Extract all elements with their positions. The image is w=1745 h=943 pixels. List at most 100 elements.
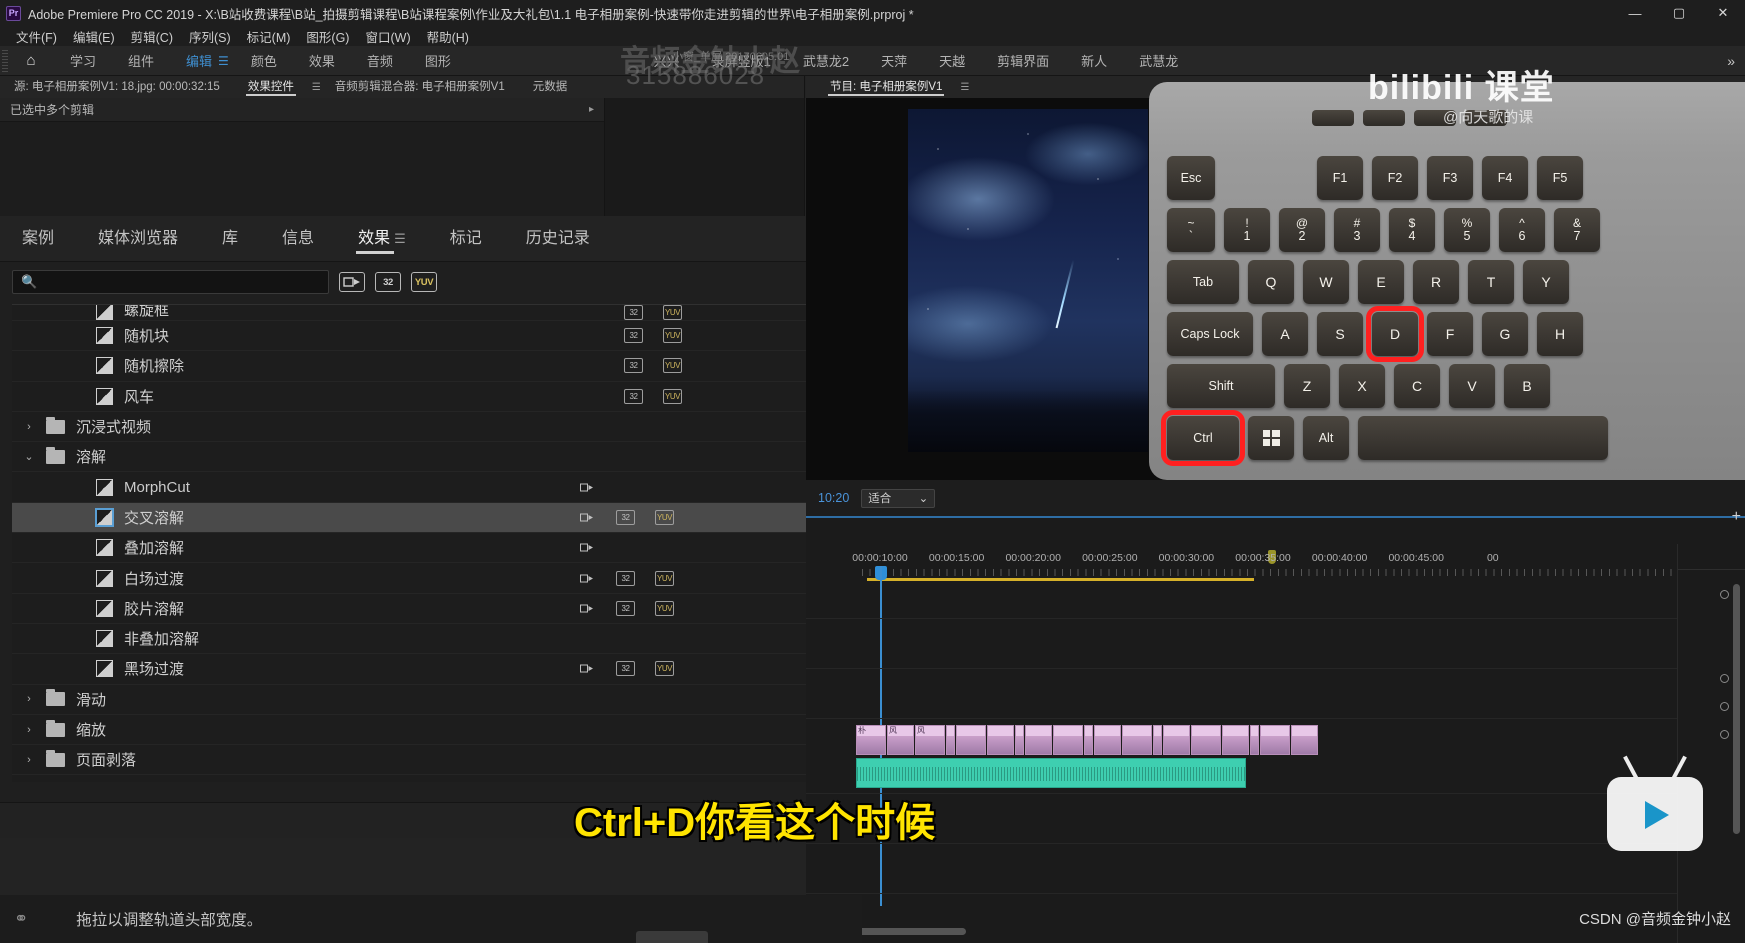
timeline-clip[interactable] <box>987 725 1014 755</box>
search-input-wrapper[interactable]: 🔍 <box>12 270 329 294</box>
key-1[interactable]: ! 1 <box>1224 208 1270 252</box>
chevron-right-icon[interactable]: › <box>12 754 46 766</box>
key-x[interactable]: X <box>1339 364 1385 408</box>
workspace-tab-15[interactable]: 武慧龙 <box>1123 51 1194 70</box>
workspace-tab-6[interactable]: 图形 <box>409 51 467 70</box>
effects-item-row[interactable]: 非叠加溶解 <box>12 624 844 655</box>
taskbar-item[interactable] <box>636 931 708 943</box>
effect-controls-hamburger-icon[interactable]: ☰ <box>312 82 321 93</box>
timeline-clip[interactable] <box>1163 725 1190 755</box>
effects-item-row[interactable]: 风车 32 YUV <box>12 382 844 412</box>
key-f[interactable]: F <box>1427 312 1473 356</box>
effects-item-row[interactable]: MorphCut <box>12 472 844 503</box>
workspace-tab-3[interactable]: 颜色 <box>235 51 293 70</box>
timeline-ruler[interactable]: 00:00:10:00 00:00:15:00 00:00:20:00 00:00:2… <box>852 550 1745 906</box>
key-5[interactable]: % 5 <box>1444 208 1490 252</box>
key-alt[interactable]: Alt <box>1303 416 1349 460</box>
effects-tab-0[interactable]: 案例 <box>0 216 76 262</box>
key-3[interactable]: #3 <box>1334 208 1380 252</box>
effects-tab-4[interactable]: 效果 ☰ <box>336 216 428 262</box>
yuv-color-filter-icon[interactable]: YUV <box>411 272 437 292</box>
video-track-clips[interactable]: 朴风风 <box>856 725 1319 755</box>
program-timecode[interactable]: 10:20 <box>818 491 849 505</box>
key-tab[interactable]: Tab <box>1167 260 1239 304</box>
effects-hamburger-icon[interactable]: ☰ <box>394 231 406 246</box>
workspace-tab-0[interactable]: 学习 <box>54 51 112 70</box>
effects-list[interactable]: 螺旋框 32 YUV 随机块 32 YUV 随机擦除 32 YUV 风车 32 YUV › 沉浸式视频 ⌄ 溶… <box>12 304 844 782</box>
workspace-tab-4[interactable]: 效果 <box>293 51 351 70</box>
effects-folder-row[interactable]: › 沉浸式视频 <box>12 412 844 443</box>
timeline-clip[interactable] <box>1260 725 1290 755</box>
key-t[interactable]: T <box>1468 260 1514 304</box>
chevron-right-icon[interactable]: › <box>12 693 46 705</box>
source-tab-2[interactable]: 音频剪辑混合器: 电子相册案例V1 <box>321 76 519 98</box>
effects-tab-5[interactable]: 标记 <box>428 216 504 262</box>
accelerated-effects-filter-icon[interactable] <box>339 272 365 292</box>
effects-item-row[interactable]: 黑场过渡 32 YUV <box>12 654 844 685</box>
effects-folder-row[interactable]: › 页面剥落 <box>12 745 844 776</box>
zoom-level-select[interactable]: 适合 ⌄ <box>861 488 936 508</box>
key-ctrl[interactable]: Ctrl <box>1161 410 1245 466</box>
key-y[interactable]: Y <box>1523 260 1569 304</box>
key-space[interactable] <box>1358 416 1608 460</box>
effects-tab-2[interactable]: 库 <box>200 216 260 262</box>
key-g[interactable]: G <box>1482 312 1528 356</box>
effects-item-row[interactable]: 胶片溶解 32 YUV <box>12 594 844 624</box>
key-esc[interactable]: Esc <box>1167 156 1215 200</box>
key-a[interactable]: A <box>1262 312 1308 356</box>
timeline-clip[interactable] <box>1025 725 1052 755</box>
effects-folder-row[interactable]: › 缩放 <box>12 715 844 746</box>
workspace-tab-14[interactable]: 新人 <box>1065 51 1123 70</box>
menu-item-2[interactable]: 剪辑(C) <box>123 27 181 46</box>
menu-item-1[interactable]: 编辑(E) <box>65 27 123 46</box>
key-caps-lock[interactable]: Caps Lock <box>1167 312 1253 356</box>
effects-item-row[interactable]: 叠加溶解 <box>12 533 844 564</box>
track-knob[interactable] <box>1720 702 1729 711</box>
key-`[interactable]: ~ ` <box>1167 208 1215 252</box>
chevron-right-icon[interactable]: › <box>12 724 46 736</box>
source-tab-3[interactable]: 元数据 <box>519 76 582 98</box>
timeline-clip[interactable] <box>1053 725 1083 755</box>
effects-item-row[interactable]: 交叉溶解 32 YUV <box>12 502 844 534</box>
menu-item-6[interactable]: 窗口(W) <box>357 27 418 46</box>
search-input[interactable] <box>43 275 304 289</box>
timeline-clip[interactable] <box>1250 725 1259 755</box>
key-f4[interactable]: F4 <box>1482 156 1528 200</box>
key-b[interactable]: B <box>1504 364 1550 408</box>
workspace-tab-5[interactable]: 音频 <box>351 51 409 70</box>
key-f5[interactable]: F5 <box>1537 156 1583 200</box>
menu-item-3[interactable]: 序列(S) <box>181 27 239 46</box>
effects-item-row[interactable]: 螺旋框 32 YUV <box>12 305 844 321</box>
source-tab-0[interactable]: 源: 电子相册案例V1: 18.jpg: 00:00:32:15 <box>0 76 234 98</box>
key-q[interactable]: Q <box>1248 260 1294 304</box>
key-f2[interactable]: F2 <box>1372 156 1418 200</box>
key-w[interactable]: W <box>1303 260 1349 304</box>
key-f1[interactable]: F1 <box>1317 156 1363 200</box>
timeline-clip[interactable]: 风 <box>915 725 945 755</box>
key-f3[interactable]: F3 <box>1427 156 1473 200</box>
timeline-vertical-scrollbar[interactable] <box>1733 584 1740 834</box>
timeline-horizontal-scrollbar[interactable] <box>846 928 966 935</box>
menu-item-0[interactable]: 文件(F) <box>8 27 65 46</box>
timeline-clip[interactable] <box>1222 725 1249 755</box>
effects-item-row[interactable]: 白场过渡 32 YUV <box>12 563 844 594</box>
key-r[interactable]: R <box>1413 260 1459 304</box>
effects-folder-row[interactable]: ⌄ 溶解 <box>12 442 844 473</box>
minimize-button[interactable]: — <box>1613 0 1657 26</box>
effects-folder-row[interactable]: › 滑动 <box>12 685 844 715</box>
workspace-tab-11[interactable]: 天萍 <box>865 51 923 70</box>
home-icon[interactable]: ⌂ <box>8 52 54 69</box>
key-windows-logo-icon[interactable] <box>1248 416 1294 460</box>
effects-tab-1[interactable]: 媒体浏览器 <box>76 216 200 262</box>
key-v[interactable]: V <box>1449 364 1495 408</box>
key-h[interactable]: H <box>1537 312 1583 356</box>
timeline-clip[interactable] <box>1015 725 1024 755</box>
timeline-tracks[interactable]: 朴风风 <box>806 578 1745 908</box>
key-shift[interactable]: Shift <box>1167 364 1275 408</box>
workspace-tab-12[interactable]: 天越 <box>923 51 981 70</box>
track-knob[interactable] <box>1720 590 1729 599</box>
key-c[interactable]: C <box>1394 364 1440 408</box>
track-knob[interactable] <box>1720 730 1729 739</box>
key-d[interactable]: D <box>1366 306 1424 362</box>
timeline-clip[interactable] <box>1094 725 1121 755</box>
